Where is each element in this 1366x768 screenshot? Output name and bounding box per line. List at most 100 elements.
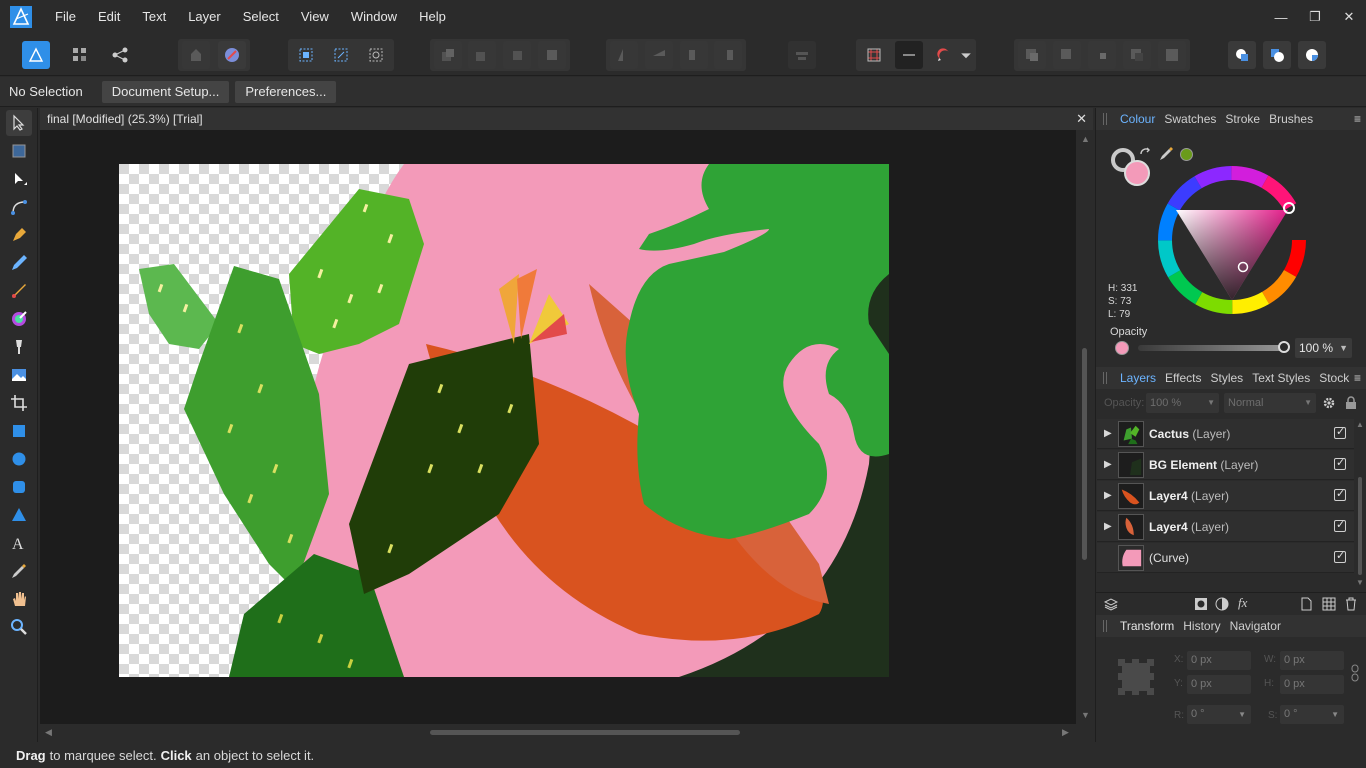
link-icon[interactable] [1351,664,1359,682]
mask-icon[interactable] [1194,597,1208,611]
preferences-button[interactable]: Preferences... [235,80,337,103]
pen-tool-icon[interactable] [6,222,32,248]
guides-icon[interactable] [895,41,923,69]
align-icon[interactable] [788,41,816,69]
rotate-left-icon[interactable] [680,41,708,69]
height-field[interactable]: 0 px [1280,675,1344,694]
arrange-backward-icon[interactable] [468,41,496,69]
menu-edit[interactable]: Edit [87,0,131,34]
tab-layers[interactable]: Layers [1116,371,1160,385]
visibility-checkbox[interactable] [1334,549,1346,563]
vertical-scrollbar[interactable]: ▲ ▼ [1077,130,1093,724]
add-layer-icon[interactable] [1299,597,1313,611]
canvas-workspace[interactable] [40,130,1076,724]
artboard[interactable] [119,164,889,677]
panel-menu-icon[interactable]: ≡ [1354,371,1361,385]
pixel-persona-icon[interactable] [66,41,94,69]
zoom-tool-icon[interactable] [6,614,32,640]
corner-tool-icon[interactable] [6,194,32,220]
close-document-icon[interactable]: ✕ [1076,111,1087,127]
layers-scroll-thumb[interactable] [1358,477,1362,575]
blend-mode-select[interactable]: Normal ▼ [1224,393,1316,413]
arrange-back-icon[interactable] [434,41,462,69]
scroll-up-icon[interactable]: ▲ [1356,420,1364,429]
layer-row[interactable]: ▶ Layer4 (Layer) [1097,481,1354,511]
tab-styles[interactable]: Styles [1207,371,1248,385]
intersect-icon[interactable] [1088,41,1116,69]
flip-horizontal-icon[interactable] [610,41,638,69]
layer-row[interactable]: ▶ Layer4 (Layer) [1097,512,1354,542]
move-tool-icon[interactable] [6,110,32,136]
visibility-checkbox[interactable] [1334,518,1346,532]
menu-layer[interactable]: Layer [177,0,232,34]
expand-arrow-icon[interactable]: ▶ [1104,490,1112,501]
transparency-tool-icon[interactable] [6,334,32,360]
show-grid-icon[interactable] [860,41,888,69]
chevron-down-icon[interactable]: ▼ [1207,393,1215,413]
fill-colour-swatch[interactable] [1124,160,1150,186]
tab-stroke[interactable]: Stroke [1221,112,1264,126]
panel-grip-icon[interactable] [1103,372,1107,384]
close-window-icon[interactable]: ✕ [1332,0,1366,34]
scroll-left-icon[interactable]: ◀ [45,727,52,738]
designer-persona-icon[interactable] [22,41,50,69]
rectangle-tool-icon[interactable] [6,418,32,444]
add-pixel-layer-icon[interactable] [1322,597,1336,611]
expand-arrow-icon[interactable]: ▶ [1104,459,1112,470]
layers-scrollbar[interactable]: ▲ ▼ [1355,420,1365,590]
visibility-checkbox[interactable] [1334,456,1346,470]
menu-select[interactable]: Select [232,0,290,34]
document-icon[interactable] [182,41,210,69]
rounded-rectangle-tool-icon[interactable] [6,474,32,500]
panel-grip-icon[interactable] [1103,113,1107,125]
visibility-checkbox[interactable] [1334,425,1346,439]
arrange-front-icon[interactable] [538,41,566,69]
tab-transform[interactable]: Transform [1116,619,1178,633]
swap-colours-icon[interactable] [1138,146,1152,160]
tab-swatches[interactable]: Swatches [1160,112,1220,126]
xor-icon[interactable] [1123,41,1151,69]
trash-icon[interactable] [1344,597,1358,611]
triangle-tool-icon[interactable] [6,502,32,528]
chevron-down-icon[interactable]: ▼ [1304,393,1312,413]
opacity-slider-handle[interactable] [1278,341,1290,353]
horizontal-scrollbar[interactable]: ◀ ▶ [40,724,1076,740]
minimize-icon[interactable]: — [1264,0,1298,34]
insert-behind-icon[interactable] [1263,41,1291,69]
colour-wheel[interactable] [1156,164,1308,316]
horizontal-scroll-thumb[interactable] [430,730,740,735]
tab-colour[interactable]: Colour [1116,112,1159,126]
chevron-down-icon[interactable]: ▼ [1331,705,1339,724]
menu-text[interactable]: Text [131,0,177,34]
crop-tool-icon[interactable] [6,390,32,416]
layer-row[interactable]: (Curve) [1097,543,1354,573]
ellipse-tool-icon[interactable] [6,446,32,472]
panel-grip-icon[interactable] [1103,620,1107,632]
snapping-dropdown-icon[interactable] [958,41,974,69]
layer-row[interactable]: ▶ BG Element (Layer) [1097,450,1354,480]
bounding-box-icon[interactable] [362,41,390,69]
scroll-down-icon[interactable]: ▼ [1081,710,1090,720]
rotation-field[interactable]: 0 ° ▼ [1187,705,1251,724]
x-position-field[interactable]: 0 px [1187,651,1251,670]
flip-vertical-icon[interactable] [645,41,673,69]
color-picker-tool-icon[interactable] [6,558,32,584]
insert-inside-icon[interactable] [1228,41,1256,69]
tab-navigator[interactable]: Navigator [1226,619,1285,633]
layer-opacity-field[interactable]: 100 % ▼ [1146,393,1219,413]
expand-arrow-icon[interactable]: ▶ [1104,521,1112,532]
opacity-field[interactable]: 100 % ▼ [1295,338,1352,358]
grid-select-icon[interactable] [292,41,320,69]
rotate-right-icon[interactable] [714,41,742,69]
subtract-icon[interactable] [1053,41,1081,69]
tab-brushes[interactable]: Brushes [1265,112,1317,126]
scroll-down-icon[interactable]: ▼ [1356,578,1364,587]
vector-brush-tool-icon[interactable] [6,278,32,304]
pencil-tool-icon[interactable] [6,250,32,276]
layers-stack-icon[interactable] [1104,597,1118,611]
visibility-checkbox[interactable] [1334,487,1346,501]
insert-top-icon[interactable] [1298,41,1326,69]
tab-stock[interactable]: Stock [1315,371,1353,385]
arrange-forward-icon[interactable] [503,41,531,69]
chevron-down-icon[interactable]: ▼ [1339,338,1348,358]
